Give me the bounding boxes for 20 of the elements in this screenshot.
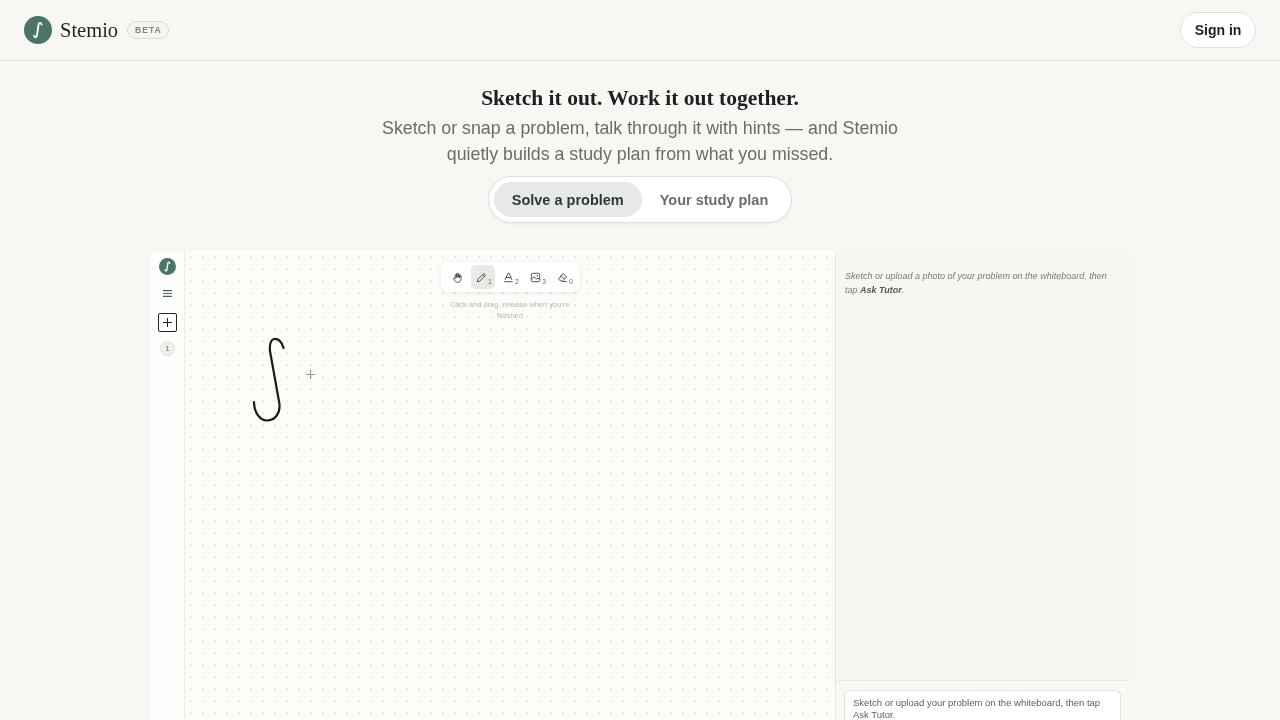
pencil-icon xyxy=(476,271,488,283)
tutor-intro: Sketch or upload a photo of your problem on the whiteboard, then tap Ask Tutor. xyxy=(844,270,1108,297)
logo-icon xyxy=(24,16,52,44)
add-page-button[interactable] xyxy=(158,313,177,332)
crosshair-cursor-icon xyxy=(306,370,315,379)
hero-title: Sketch it out. Work it out together. xyxy=(481,86,799,110)
sign-in-button[interactable]: Sign in xyxy=(1180,12,1256,48)
mode-tab[interactable]: Your study plan xyxy=(641,182,787,217)
image-icon xyxy=(530,271,542,283)
eraser-icon xyxy=(557,271,569,283)
beta-badge: BETA xyxy=(127,21,169,39)
hand-icon xyxy=(451,271,463,283)
logo-icon[interactable] xyxy=(159,258,176,275)
mode-tab[interactable]: Solve a problem xyxy=(493,182,642,217)
menu-icon[interactable] xyxy=(163,290,172,297)
plus-icon xyxy=(163,318,172,327)
message-input[interactable]: Sketch or upload your problem on the whiteboard, then tap Ask Tutor. xyxy=(844,690,1121,720)
hero-subtitle: Sketch or snap a problem, talk through it with hints — and Stemio quietly builds a study plan from what you missed. xyxy=(381,117,899,166)
brand-name: Stemio xyxy=(60,18,119,42)
text-icon xyxy=(503,271,515,283)
